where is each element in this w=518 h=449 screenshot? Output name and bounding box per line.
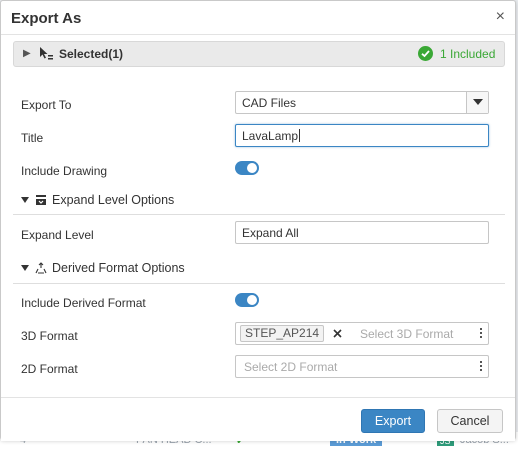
expand-level-icon: [36, 195, 46, 205]
derived-format-icon: [35, 262, 47, 274]
remove-chip-icon[interactable]: [330, 325, 346, 342]
export-button[interactable]: Export: [361, 409, 425, 433]
expand-level-section-title: Expand Level Options: [52, 193, 175, 207]
dialog-title: Export As: [11, 10, 82, 27]
dialog-footer: Export Cancel: [1, 397, 515, 441]
title-input[interactable]: LavaLamp: [235, 124, 489, 147]
export-to-value: CAD Files: [242, 96, 297, 110]
format-3d-chip: STEP_AP214: [240, 325, 325, 342]
dialog-titlebar: Export As ×: [1, 1, 515, 35]
format-2d-placeholder: Select 2D Format: [244, 360, 338, 374]
title-label: Title: [21, 131, 44, 145]
selected-objects-bar[interactable]: ▶ Selected(1) 1 Included: [13, 41, 505, 67]
derived-format-section-header[interactable]: Derived Format Options: [21, 261, 185, 275]
expand-level-label: Expand Level: [21, 228, 94, 242]
collapse-triangle-icon[interactable]: [21, 197, 29, 203]
include-derived-label: Include Derived Format: [21, 296, 146, 310]
expand-caret-icon[interactable]: ▶: [23, 48, 31, 59]
format-3d-placeholder: Select 3D Format: [360, 327, 454, 341]
check-circle-icon: [418, 46, 433, 61]
close-icon[interactable]: ×: [496, 9, 505, 25]
export-to-select[interactable]: CAD Files: [235, 91, 489, 114]
format-2d-select[interactable]: Select 2D Format: [235, 355, 489, 378]
derived-format-section-title: Derived Format Options: [52, 261, 185, 275]
include-drawing-label: Include Drawing: [21, 164, 108, 178]
expand-level-value: Expand All: [242, 226, 299, 240]
include-derived-toggle[interactable]: [235, 293, 259, 307]
collapse-triangle-icon[interactable]: [21, 265, 29, 271]
format-2d-label: 2D Format: [21, 362, 78, 376]
section-divider: [13, 214, 505, 215]
more-options-icon[interactable]: [480, 328, 483, 340]
export-to-label: Export To: [21, 98, 72, 112]
chevron-down-icon[interactable]: [466, 92, 488, 113]
cancel-button[interactable]: Cancel: [437, 409, 503, 433]
section-divider: [13, 283, 505, 284]
expand-level-section-header[interactable]: Expand Level Options: [21, 193, 174, 207]
format-3d-label: 3D Format: [21, 329, 78, 343]
expand-level-input[interactable]: Expand All: [235, 221, 489, 244]
export-as-dialog: Export As × ▶ Selected(1) 1 Included Exp…: [0, 0, 516, 441]
more-options-icon[interactable]: [480, 361, 483, 373]
included-status: 1 Included: [440, 47, 496, 61]
format-3d-select[interactable]: STEP_AP214 Select 3D Format: [235, 322, 489, 345]
selected-count-label: Selected(1): [59, 47, 124, 61]
title-input-value: LavaLamp: [242, 129, 301, 143]
selection-cursor-icon: [38, 46, 54, 65]
include-drawing-toggle[interactable]: [235, 161, 259, 175]
